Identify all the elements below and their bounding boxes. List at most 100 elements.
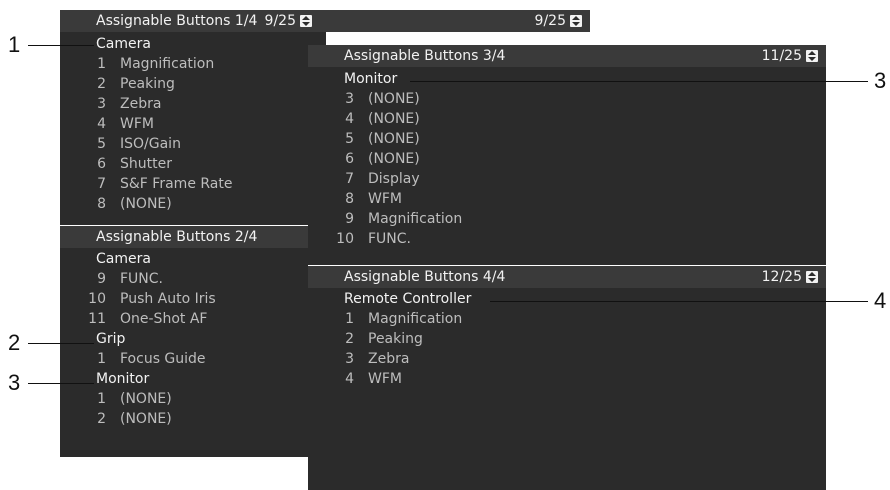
button-number: 5 [345,131,354,147]
assignable-button-item[interactable]: 11 One-Shot AF [80,309,207,329]
button-number: 6 [97,156,106,172]
assignable-button-item[interactable]: 10 Push Auto Iris [80,289,216,309]
button-function-label: (NONE) [368,151,420,167]
assignable-button-item[interactable]: 7 Display [328,169,420,189]
assignable-buttons-panel-3: Assignable Buttons 3/4 11/25 Monitor 3 (NO… [308,45,826,265]
page-number: 9/25 [264,13,296,29]
button-number: 10 [88,291,106,307]
button-function-label: FUNC. [368,231,411,247]
callout-leader-line [28,45,94,46]
button-function-label: (NONE) [368,91,420,107]
button-function-label: Magnification [120,56,215,72]
button-function-label: Magnification [368,211,463,227]
button-function-label: (NONE) [368,111,420,127]
button-function-label: WFM [368,191,402,207]
callout-number: 1 [8,32,21,57]
panel-title: Assignable Buttons 1/4 [96,13,258,29]
category-heading[interactable]: Camera [96,34,151,54]
button-function-label: Shutter [120,156,172,172]
category-heading[interactable]: Monitor [96,369,149,389]
callout-number: 4 [874,288,887,313]
button-number: 3 [97,96,106,112]
assignable-button-item[interactable]: 3 Zebra [328,349,409,369]
assignable-button-item[interactable]: 7 S&F Frame Rate [80,174,232,194]
button-number: 10 [336,231,354,247]
assignable-button-item[interactable]: 8 WFM [328,189,402,209]
assignable-button-item[interactable]: 2 Peaking [80,74,175,94]
button-number: 3 [345,351,354,367]
assignable-button-item[interactable]: 5 (NONE) [328,129,420,149]
button-number: 7 [97,176,106,192]
category-heading[interactable]: Monitor [344,69,397,89]
assignable-button-item[interactable]: 8 (NONE) [80,194,172,214]
button-function-label: Zebra [120,96,162,112]
panel-header: Assignable Buttons 1/4 9/25 [60,10,320,32]
button-function-label: One-Shot AF [120,311,208,327]
callout-number: 2 [8,330,21,355]
assignable-button-item[interactable]: 6 (NONE) [328,149,420,169]
button-function-label: Display [368,171,420,187]
button-number: 3 [345,91,354,107]
assignable-button-item[interactable]: 4 (NONE) [328,109,420,129]
assignable-button-item[interactable]: 3 (NONE) [328,89,420,109]
panel-title: Assignable Buttons 4/4 [344,269,506,285]
button-number: 11 [88,311,106,327]
button-function-label: Push Auto Iris [120,291,216,307]
button-number: 8 [345,191,354,207]
category-label: Remote Controller [344,291,472,307]
button-number: 4 [97,116,106,132]
category-label: Monitor [96,371,150,387]
scroll-updown-icon[interactable] [806,50,818,62]
panel-1-header-extension: 9/25 [320,10,590,32]
button-function-label: WFM [368,371,402,387]
button-function-label: Peaking [120,76,175,92]
callout-leader-line [410,81,868,82]
category-heading[interactable]: Camera [96,249,151,269]
button-number: 7 [345,171,354,187]
button-function-label: (NONE) [120,411,172,427]
assignable-button-item[interactable]: 3 Zebra [80,94,161,114]
assignable-button-item[interactable]: 1 Focus Guide [80,349,206,369]
button-number: 4 [345,371,354,387]
assignable-button-item[interactable]: 5 ISO/Gain [80,134,181,154]
callout-leader-line [28,343,94,344]
scroll-updown-icon[interactable] [806,271,818,283]
button-number: 2 [97,411,106,427]
callout-number: 3 [874,68,887,93]
button-number: 4 [345,111,354,127]
category-heading[interactable]: Grip [96,329,125,349]
category-heading[interactable]: Remote Controller [344,289,471,309]
page-indicator: 11/25 [762,48,818,64]
category-label: Grip [96,331,126,347]
button-number: 1 [97,56,106,72]
button-function-label: Focus Guide [120,351,206,367]
button-number: 9 [97,271,106,287]
assignable-button-item[interactable]: 10 FUNC. [328,229,411,249]
scroll-updown-icon[interactable] [300,15,312,27]
button-number: 1 [97,351,106,367]
category-label: Monitor [344,71,398,87]
button-function-label: (NONE) [120,196,172,212]
assignable-button-item[interactable]: 9 Magnification [328,209,462,229]
button-function-label: Peaking [368,331,423,347]
assignable-button-item[interactable]: 2 Peaking [328,329,423,349]
assignable-button-item[interactable]: 1 Magnification [328,309,462,329]
page-indicator: 12/25 [762,269,818,285]
button-function-label: Magnification [368,311,463,327]
assignable-button-item[interactable]: 9 FUNC. [80,269,163,289]
assignable-button-item[interactable]: 1 Magnification [80,54,214,74]
page-indicator: 9/25 [265,13,312,29]
panel-1-body-extension [306,32,326,46]
assignable-buttons-panel-2: Assignable Buttons 2/4 Camera 9 FUNC. 10 Pus… [60,225,320,457]
button-function-label: (NONE) [120,391,172,407]
assignable-button-item[interactable]: 1 (NONE) [80,389,172,409]
scroll-updown-icon[interactable] [570,15,582,27]
assignable-buttons-panel-1: Assignable Buttons 1/4 9/25 Camera 1 Magni… [60,10,320,225]
assignable-button-item[interactable]: 2 (NONE) [80,409,172,429]
assignable-button-item[interactable]: 6 Shutter [80,154,172,174]
assignable-button-item[interactable]: 4 WFM [328,369,402,389]
button-number: 9 [345,211,354,227]
assignable-button-item[interactable]: 4 WFM [80,114,154,134]
button-number: 6 [345,151,354,167]
page-number: 9/25 [534,13,566,29]
